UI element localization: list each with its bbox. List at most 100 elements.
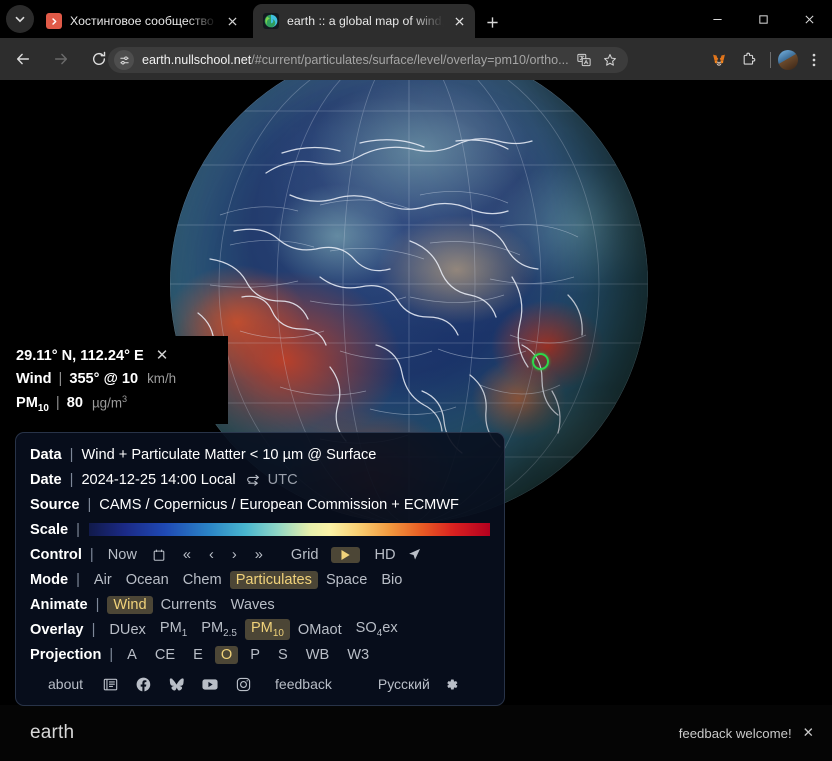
projection-option-e[interactable]: E <box>187 646 209 664</box>
youtube-icon[interactable] <box>202 678 218 691</box>
wind-unit[interactable]: km/h <box>147 371 176 386</box>
profile-avatar[interactable] <box>778 50 798 70</box>
overlay-option-pm10[interactable]: PM10 <box>244 619 290 640</box>
grid-toggle[interactable]: Grid <box>285 546 325 564</box>
chrome-menu-icon <box>812 53 816 67</box>
mode-option-space[interactable]: Space <box>320 571 373 589</box>
back-button[interactable] <box>8 44 38 74</box>
instagram-icon[interactable] <box>236 677 251 692</box>
step-forward-button[interactable]: › <box>226 546 243 564</box>
mode-label: Mode <box>30 571 69 588</box>
projection-option-wb[interactable]: WB <box>300 646 336 664</box>
calendar-icon[interactable] <box>153 548 165 562</box>
step-forward-fast-button[interactable]: » <box>249 546 269 564</box>
overlay-option-pm1[interactable]: PM1 <box>154 619 193 640</box>
source-value[interactable]: CAMS / Copernicus / European Commission … <box>99 497 459 513</box>
extensions-icon[interactable] <box>735 47 763 73</box>
navigate-arrow-icon[interactable] <box>408 548 421 561</box>
step-back-fast-button[interactable]: « <box>177 546 197 564</box>
panel-footer: about feedback Русский <box>30 671 492 697</box>
scale-row: Scale | <box>30 517 492 542</box>
hd-toggle[interactable]: HD <box>368 546 401 564</box>
tune-icon <box>119 55 129 65</box>
control-label: Control <box>30 546 82 563</box>
tab-timeweb[interactable]: Хостинговое сообщество «Tim <box>36 4 248 38</box>
close-icon <box>227 16 237 26</box>
overlay-option-so4ex[interactable]: SO4ex <box>350 619 404 640</box>
particulate-value: 80 <box>66 395 83 412</box>
minimize-button[interactable] <box>694 0 740 38</box>
play-icon <box>341 549 351 560</box>
feedback-welcome-text[interactable]: feedback welcome! <box>679 726 792 741</box>
mode-option-particulates[interactable]: Particulates <box>229 570 318 589</box>
maximize-icon <box>758 14 768 24</box>
particulate-unit[interactable]: µg/m3 <box>92 394 127 410</box>
maximize-button[interactable] <box>740 0 786 38</box>
facebook-icon[interactable] <box>136 677 151 692</box>
projection-row: Projection | A CE E O P S WB W3 <box>30 642 492 667</box>
news-icon[interactable] <box>103 677 118 692</box>
mode-option-ocean[interactable]: Ocean <box>120 571 175 589</box>
tab-strip: Хостинговое сообщество «Tim earth :: a g… <box>0 0 832 38</box>
mode-option-chem[interactable]: Chem <box>177 571 228 589</box>
earth-map-viewport[interactable]: 29.11° N, 112.24° E ✕ Wind | 355° @ 10 k… <box>0 80 832 761</box>
location-marker <box>532 353 549 370</box>
overlay-option-duex[interactable]: DUex <box>103 621 152 639</box>
source-label: Source <box>30 496 80 513</box>
separator: | <box>89 546 94 563</box>
separator: | <box>55 395 60 412</box>
projection-option-s[interactable]: S <box>272 646 294 664</box>
tab-close-button[interactable] <box>447 9 471 33</box>
earth-icon <box>263 13 279 29</box>
page-bottom-bar: earth feedback welcome! ✕ <box>0 705 832 761</box>
projection-option-a[interactable]: A <box>121 646 143 664</box>
close-feedback-button[interactable]: ✕ <box>803 725 814 741</box>
toolbar-right-icons <box>705 47 828 73</box>
animate-option-currents[interactable]: Currents <box>155 596 223 614</box>
date-value: 2024-12-25 14:00 Local <box>81 471 236 488</box>
close-window-button[interactable] <box>786 0 832 38</box>
timeweb-icon <box>46 13 62 29</box>
url-text: earth.nullschool.net/#current/particulat… <box>142 53 572 67</box>
utc-toggle[interactable]: UTC <box>268 472 298 488</box>
about-link[interactable]: about <box>48 676 83 692</box>
earth-brand[interactable]: earth <box>30 722 74 744</box>
tab-close-button[interactable] <box>220 9 244 33</box>
tab-earth[interactable]: earth :: a global map of wind, w <box>253 4 475 38</box>
close-readout-button[interactable]: ✕ <box>156 346 169 364</box>
animate-option-waves[interactable]: Waves <box>225 596 281 614</box>
swap-arrows-icon[interactable] <box>246 474 261 486</box>
site-settings-button[interactable] <box>114 50 134 70</box>
overlay-option-omaot[interactable]: OMaot <box>292 621 348 639</box>
animate-option-wind[interactable]: Wind <box>107 595 153 614</box>
projection-option-p[interactable]: P <box>244 646 266 664</box>
play-button[interactable] <box>331 546 361 563</box>
projection-option-w3[interactable]: W3 <box>341 646 375 664</box>
tab-search-button[interactable] <box>6 5 34 33</box>
mode-option-bio[interactable]: Bio <box>375 571 408 589</box>
projection-option-o[interactable]: O <box>214 645 239 664</box>
url-path: /#current/particulates/surface/level/ove… <box>251 53 569 67</box>
metamask-fox-icon[interactable] <box>705 47 733 73</box>
gear-icon[interactable] <box>444 677 459 692</box>
feedback-link[interactable]: feedback <box>275 676 332 692</box>
step-back-button[interactable]: ‹ <box>203 546 220 564</box>
color-scale-bar[interactable] <box>88 523 490 536</box>
overlay-label: Overlay <box>30 621 84 638</box>
animate-label: Animate <box>30 596 88 613</box>
language-selector[interactable]: Русский <box>378 676 430 692</box>
now-button[interactable]: Now <box>102 546 143 564</box>
chrome-menu-button[interactable] <box>800 47 828 73</box>
coordinates-row: 29.11° N, 112.24° E ✕ <box>16 346 228 364</box>
back-arrow-icon <box>16 53 30 65</box>
projection-option-ce[interactable]: CE <box>149 646 181 664</box>
bookmark-button[interactable] <box>598 48 622 72</box>
bluesky-icon[interactable] <box>169 677 184 692</box>
forward-button[interactable] <box>46 44 76 74</box>
mode-option-air[interactable]: Air <box>88 571 118 589</box>
translate-button[interactable] <box>572 48 596 72</box>
address-bar[interactable]: earth.nullschool.net/#current/particulat… <box>108 47 628 73</box>
overlay-option-pm25[interactable]: PM2.5 <box>195 619 243 640</box>
separator: | <box>91 621 96 638</box>
new-tab-button[interactable] <box>478 8 506 36</box>
